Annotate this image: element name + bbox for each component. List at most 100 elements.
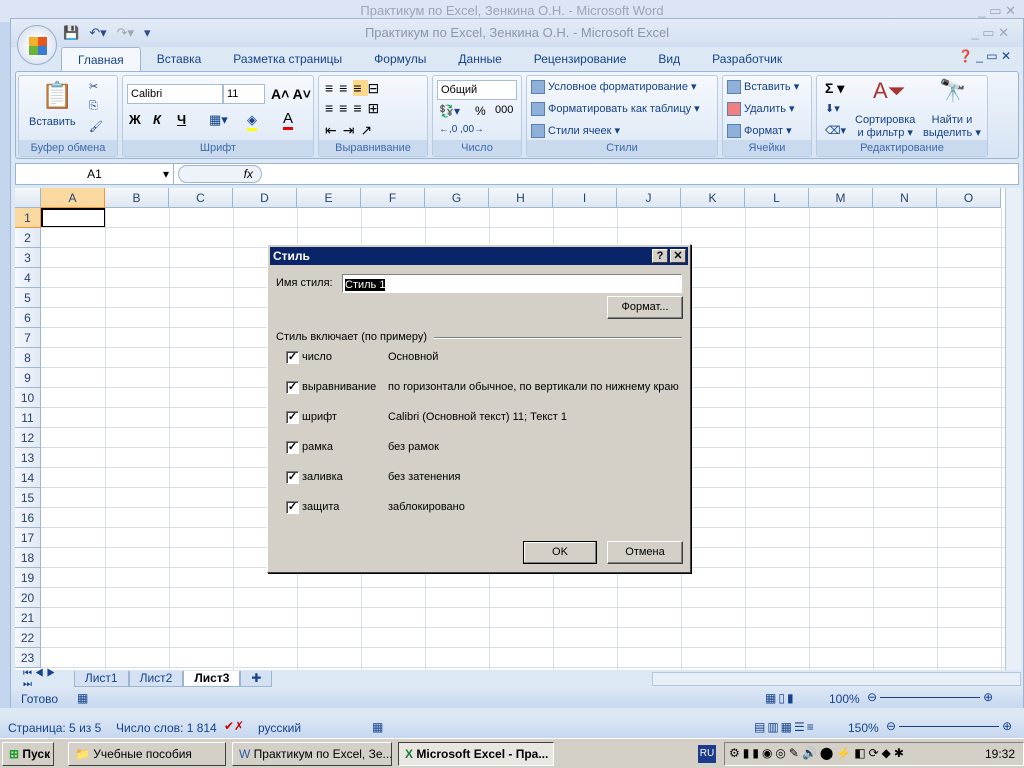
- row-header[interactable]: 4: [15, 268, 41, 288]
- sheet-nav-icons[interactable]: ⏮ ◀ ▶ ⏭: [15, 668, 74, 690]
- row-header[interactable]: 13: [15, 448, 41, 468]
- office-button[interactable]: [17, 25, 57, 65]
- insert-sheet-icon[interactable]: ✚: [240, 671, 273, 687]
- column-header[interactable]: G: [425, 188, 489, 208]
- language[interactable]: русский: [258, 721, 301, 735]
- start-button[interactable]: ⊞ Пуск: [2, 742, 54, 766]
- checkbox[interactable]: ✓: [286, 441, 299, 454]
- row-header[interactable]: 8: [15, 348, 41, 368]
- row-header[interactable]: 7: [15, 328, 41, 348]
- insert-function-button[interactable]: fx: [178, 165, 262, 183]
- row-header[interactable]: 20: [15, 588, 41, 608]
- font-size-combo[interactable]: 11: [223, 84, 265, 104]
- sheet-tab[interactable]: Лист3: [183, 671, 241, 687]
- row-header[interactable]: 18: [15, 548, 41, 568]
- spelling-icon[interactable]: ✔✗: [224, 719, 244, 733]
- tab-2[interactable]: Разметка страницы: [217, 47, 358, 71]
- percent-button[interactable]: %: [475, 104, 486, 118]
- format-as-table-button[interactable]: Форматировать как таблицу ▾: [531, 102, 700, 117]
- horizontal-scrollbar[interactable]: [652, 672, 1021, 686]
- active-cell[interactable]: [41, 208, 106, 228]
- font-color-icon[interactable]: A: [283, 110, 294, 130]
- column-header[interactable]: A: [41, 188, 105, 208]
- word-count[interactable]: Число слов: 1 814: [116, 721, 217, 735]
- checkbox[interactable]: ✓: [286, 381, 299, 394]
- close-button[interactable]: ✕: [670, 249, 686, 263]
- column-header[interactable]: N: [873, 188, 937, 208]
- row-header[interactable]: 22: [15, 628, 41, 648]
- row-header[interactable]: 17: [15, 528, 41, 548]
- taskbar-item-excel[interactable]: X Microsoft Excel - Пра...: [398, 742, 554, 766]
- row-header[interactable]: 6: [15, 308, 41, 328]
- tab-1[interactable]: Вставка: [141, 47, 218, 71]
- tab-5[interactable]: Рецензирование: [518, 47, 643, 71]
- ok-button[interactable]: OK: [523, 541, 597, 564]
- column-header[interactable]: L: [745, 188, 809, 208]
- italic-button[interactable]: К: [153, 112, 161, 127]
- find-select-button[interactable]: Найти и выделить ▾: [923, 114, 981, 140]
- font-name-combo[interactable]: Calibri: [127, 84, 223, 104]
- word-zoom-slider[interactable]: ⊖ ⊕: [886, 719, 1012, 733]
- column-header[interactable]: H: [489, 188, 553, 208]
- taskbar-item-word[interactable]: W Практикум по Excel, Зе...: [232, 742, 392, 766]
- row-header[interactable]: 2: [15, 228, 41, 248]
- help-and-controls[interactable]: ❓ _ ▭ ✕: [958, 49, 1011, 63]
- tab-3[interactable]: Формулы: [358, 47, 442, 71]
- row-header[interactable]: 21: [15, 608, 41, 628]
- zoom-slider[interactable]: ⊖ ⊕: [867, 690, 997, 704]
- undo-icon[interactable]: ↶▾: [89, 25, 106, 43]
- indent-orientation-icons[interactable]: ⇤⇥↗: [325, 122, 378, 139]
- tab-4[interactable]: Данные: [442, 47, 517, 71]
- conditional-formatting-button[interactable]: Условное форматирование ▾: [531, 80, 697, 95]
- tab-7[interactable]: Разработчик: [696, 47, 798, 71]
- row-header[interactable]: 10: [15, 388, 41, 408]
- excel-window-controls[interactable]: _ ▭ ✕: [971, 19, 1009, 47]
- sort-filter-button[interactable]: Сортировка и фильтр ▾: [855, 114, 915, 140]
- language-indicator[interactable]: RU: [698, 745, 716, 763]
- row-header[interactable]: 11: [15, 408, 41, 428]
- column-header[interactable]: I: [553, 188, 617, 208]
- row-header[interactable]: 9: [15, 368, 41, 388]
- font-grow-shrink-icon[interactable]: A˄ A˅: [271, 86, 311, 102]
- delete-cells-button[interactable]: Удалить ▾: [727, 102, 795, 117]
- fill-icon[interactable]: ⬇▾: [825, 102, 840, 115]
- number-format-combo[interactable]: Общий: [437, 80, 517, 100]
- cut-icon[interactable]: ✂: [89, 80, 98, 93]
- sheet-tab[interactable]: Лист1: [73, 671, 129, 687]
- column-header[interactable]: K: [681, 188, 745, 208]
- view-buttons[interactable]: ▦▯▮: [765, 691, 796, 705]
- row-header[interactable]: 15: [15, 488, 41, 508]
- row-header[interactable]: 16: [15, 508, 41, 528]
- word-horizontal-scrollbar[interactable]: [0, 708, 1024, 718]
- tab-6[interactable]: Вид: [642, 47, 696, 71]
- select-all-button[interactable]: [15, 188, 41, 208]
- column-header[interactable]: B: [105, 188, 169, 208]
- taskbar-item-folder[interactable]: 📁 Учебные пособия: [68, 742, 226, 766]
- underline-button[interactable]: Ч: [177, 112, 186, 127]
- column-header[interactable]: E: [297, 188, 361, 208]
- insert-cells-button[interactable]: Вставить ▾: [727, 80, 799, 95]
- formula-input[interactable]: [266, 164, 1006, 184]
- row-header[interactable]: 14: [15, 468, 41, 488]
- fill-color-icon[interactable]: ◈: [247, 112, 257, 131]
- row-header[interactable]: 1: [15, 208, 41, 228]
- thousands-button[interactable]: 000: [495, 104, 513, 116]
- format-painter-icon[interactable]: 🖌: [89, 120, 103, 133]
- paste-button[interactable]: Вставить: [29, 116, 76, 128]
- customize-qat-icon[interactable]: ▾: [144, 25, 151, 43]
- column-header[interactable]: M: [809, 188, 873, 208]
- macro-record-icon[interactable]: ▦: [77, 691, 88, 705]
- copy-icon[interactable]: ⎘: [89, 100, 98, 113]
- autosum-button[interactable]: Σ ▾: [825, 80, 844, 97]
- redo-icon[interactable]: ↷▾: [117, 25, 134, 43]
- format-cells-button[interactable]: Формат ▾: [727, 124, 792, 139]
- column-header[interactable]: D: [233, 188, 297, 208]
- checkbox[interactable]: ✓: [286, 351, 299, 364]
- vertical-align-icons[interactable]: ≡≡≡⊟: [325, 80, 385, 97]
- cancel-button[interactable]: Отмена: [607, 541, 683, 564]
- row-header[interactable]: 19: [15, 568, 41, 588]
- checkbox[interactable]: ✓: [286, 411, 299, 424]
- column-header[interactable]: O: [937, 188, 1001, 208]
- row-header[interactable]: 23: [15, 648, 41, 668]
- tray-icons[interactable]: ⚙▮▮◉◎✎🔊⬤⚡◧⟳◆✱: [729, 746, 907, 760]
